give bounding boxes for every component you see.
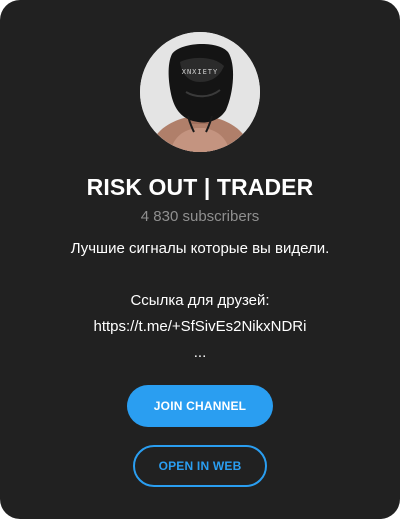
channel-avatar: XNXIETY <box>140 32 260 152</box>
join-channel-button[interactable]: JOIN CHANNEL <box>127 385 273 427</box>
subscriber-count: 4 830 subscribers <box>140 208 260 225</box>
description-line: Лучшие сигналы которые вы видели. <box>70 240 330 257</box>
description-line <box>20 262 380 288</box>
channel-title: RISK OUT | TRADER <box>86 174 314 200</box>
description-link[interactable]: https://t.me/+SfSivEs2NikxNDRi <box>20 314 380 340</box>
description-line: ... <box>193 344 207 361</box>
description-line: Ссылка для друзей: <box>130 292 270 309</box>
open-in-web-button[interactable]: OPEN IN WEB <box>133 445 267 487</box>
channel-description: Лучшие сигналы которые вы видели. Ссылка… <box>20 236 380 366</box>
channel-preview-card: XNXIETY RISK OUT | TRADER 4 830 subscrib… <box>0 0 400 519</box>
svg-text:XNXIETY: XNXIETY <box>182 68 219 76</box>
hooded-person-avatar-icon: XNXIETY <box>140 32 260 152</box>
